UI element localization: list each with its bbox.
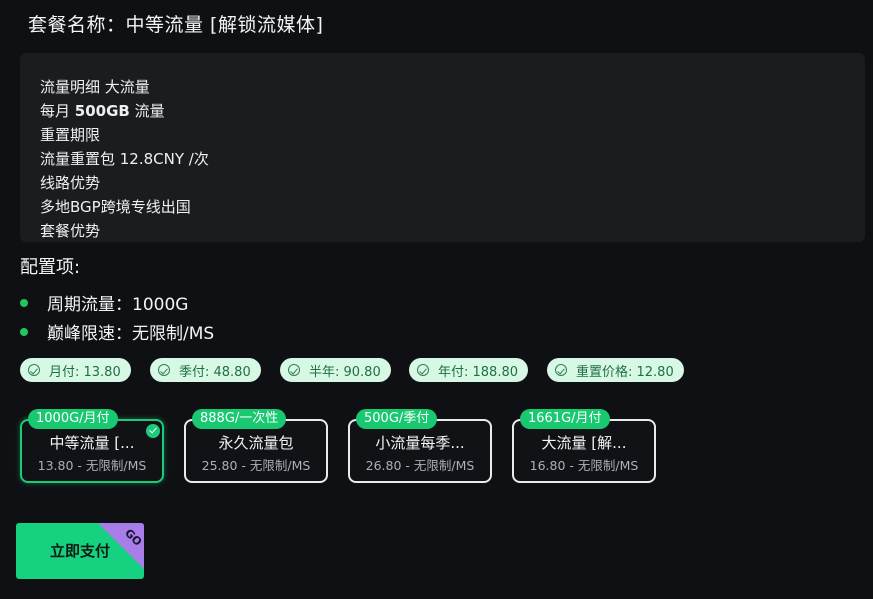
package-name: 中等流量 [... — [49, 434, 135, 452]
description-line: 线路优势 — [40, 174, 101, 192]
price-pill-half-year[interactable]: 半年: 90.80 — [280, 358, 391, 382]
package-card-medium[interactable]: 1000G/月付 中等流量 [... 13.80 - 无限制/MS — [20, 409, 164, 483]
package-tag: 500G/季付 — [356, 409, 438, 429]
price-pill-reset[interactable]: 重置价格: 12.80 — [547, 358, 684, 382]
page-title: 套餐名称：中等流量 [解锁流媒体] — [28, 14, 324, 36]
bullet-dot-icon — [20, 327, 28, 336]
package-tag: 1000G/月付 — [28, 409, 118, 429]
package-price: 16.80 - 无限制/MS — [529, 458, 639, 473]
description-line: 套餐优势 — [40, 222, 101, 240]
description-line: 流量重置包 12.8CNY /次 — [40, 150, 209, 168]
package-card-small[interactable]: 500G/季付 小流量每季... 26.80 - 无限制/MS — [348, 409, 492, 483]
package-price: 25.80 - 无限制/MS — [201, 458, 311, 473]
price-pill-monthly[interactable]: 月付: 13.80 — [20, 358, 131, 382]
package-tag: 1661G/月付 — [520, 409, 610, 429]
description-line: 多地BGP跨境专线出国 — [40, 198, 191, 216]
config-list: 周期流量：1000G 巅峰限速：无限制/MS — [20, 288, 214, 346]
traffic-amount: 500GB — [74, 102, 130, 120]
check-circle-icon — [417, 364, 429, 376]
description-line: 每月 500GB 流量 — [40, 102, 165, 120]
check-circle-icon — [158, 364, 170, 376]
description-line: 重置期限 — [40, 126, 101, 144]
check-circle-icon — [288, 364, 300, 376]
package-card-permanent[interactable]: 888G/一次性 永久流量包 25.80 - 无限制/MS — [184, 409, 328, 483]
config-item-traffic: 周期流量：1000G — [20, 288, 214, 317]
check-circle-icon — [28, 364, 40, 376]
price-pill-quarterly[interactable]: 季付: 48.80 — [150, 358, 261, 382]
pay-now-button[interactable]: 立即支付 GO — [16, 523, 144, 579]
plan-description: 流量明细 大流量 每月 500GB 流量 重置期限 流量重置包 12.8CNY … — [20, 53, 865, 242]
config-item-speed: 巅峰限速：无限制/MS — [20, 317, 214, 346]
package-name: 永久流量包 — [218, 434, 294, 452]
package-tag: 888G/一次性 — [192, 409, 287, 429]
check-circle-icon — [555, 364, 567, 376]
package-card-large[interactable]: 1661G/月付 大流量 [解... 16.80 - 无限制/MS — [512, 409, 656, 483]
package-name: 小流量每季... — [375, 434, 465, 452]
package-name: 大流量 [解... — [541, 434, 627, 452]
config-title: 配置项: — [20, 257, 81, 278]
package-price: 13.80 - 无限制/MS — [37, 458, 147, 473]
description-line: 流量明细 大流量 — [40, 78, 150, 96]
package-price: 26.80 - 无限制/MS — [365, 458, 475, 473]
bullet-dot-icon — [20, 298, 28, 307]
price-pill-yearly[interactable]: 年付: 188.80 — [409, 358, 528, 382]
